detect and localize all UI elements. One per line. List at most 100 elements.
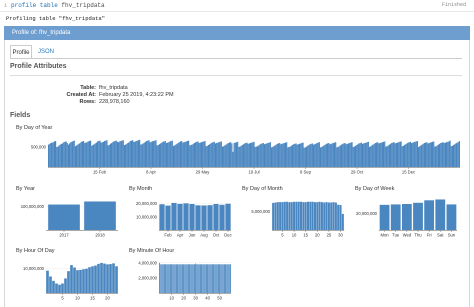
chart-bar[interactable] [454, 144, 456, 167]
chart-bar[interactable] [310, 143, 312, 167]
chart-bar[interactable] [48, 144, 50, 167]
chart-bar[interactable] [212, 142, 214, 167]
chart-bar[interactable] [159, 204, 165, 230]
chart-bar[interactable] [410, 143, 413, 167]
chart-bar[interactable] [144, 141, 147, 167]
chart-bar[interactable] [420, 145, 422, 167]
chart-bar[interactable] [210, 143, 212, 167]
chart-bar[interactable] [165, 264, 167, 293]
chart-bar[interactable] [350, 142, 352, 167]
chart-bar[interactable] [189, 203, 195, 230]
chart-bar[interactable] [203, 264, 205, 293]
chart-bar[interactable] [195, 205, 201, 230]
chart-bar[interactable] [406, 143, 408, 167]
chart-bar[interactable] [321, 147, 323, 167]
chart-bar[interactable] [449, 140, 451, 167]
chart-bar[interactable] [398, 142, 400, 167]
chart-bar[interactable] [195, 263, 197, 293]
chart-bar[interactable] [81, 141, 84, 167]
chart-bar[interactable] [175, 144, 177, 167]
chart-bar[interactable] [372, 144, 374, 167]
chart-bar[interactable] [305, 146, 308, 167]
chart-bar[interactable] [48, 204, 80, 230]
chart-bar[interactable] [253, 141, 255, 167]
chart-bar[interactable] [261, 143, 263, 167]
chart-bar[interactable] [435, 146, 437, 167]
chart-bar[interactable] [331, 143, 333, 167]
chart-bar[interactable] [349, 143, 351, 167]
chart-bar[interactable] [66, 143, 68, 167]
chart-bar[interactable] [168, 264, 170, 293]
chart-bar[interactable] [297, 201, 300, 230]
chart-bar[interactable] [190, 264, 192, 293]
chart-bar[interactable] [181, 141, 183, 167]
chart-bar[interactable] [359, 143, 361, 167]
chart-bar[interactable] [202, 264, 204, 293]
chart-bar[interactable] [401, 204, 412, 230]
chart-bar[interactable] [393, 142, 395, 167]
chart-bar[interactable] [141, 144, 143, 167]
chart-bar[interactable] [419, 146, 421, 167]
chart-bar[interactable] [71, 141, 73, 167]
chart-bar[interactable] [276, 202, 279, 230]
chart-bar[interactable] [153, 141, 155, 167]
chart-bar[interactable] [344, 143, 346, 167]
chart-bar[interactable] [137, 140, 140, 167]
chart-bar[interactable] [219, 141, 221, 167]
chart-bar[interactable] [403, 145, 406, 167]
chart-bar[interactable] [442, 142, 444, 167]
chart-bar[interactable] [169, 264, 171, 293]
chart-bar[interactable] [92, 145, 94, 167]
chart-bar[interactable] [437, 144, 439, 167]
chart-bar[interactable] [174, 145, 176, 167]
chart-bar[interactable] [139, 139, 141, 167]
chart-bar[interactable] [183, 203, 189, 230]
chart-bar[interactable] [108, 145, 110, 167]
chart-bar[interactable] [457, 142, 459, 167]
chart-bar[interactable] [69, 143, 71, 167]
chart-bar[interactable] [290, 145, 292, 167]
chart-bar[interactable] [78, 143, 80, 167]
chart-bar[interactable] [347, 143, 350, 167]
chart-bar[interactable] [447, 141, 449, 167]
chart-bar[interactable] [186, 141, 189, 167]
chart-bar[interactable] [444, 142, 446, 167]
chart-bar[interactable] [134, 141, 136, 167]
chart-bar[interactable] [58, 145, 60, 167]
chart-bar[interactable] [294, 143, 296, 167]
chart-bar[interactable] [53, 141, 56, 167]
chart-bar[interactable] [219, 204, 225, 230]
chart-bar[interactable] [95, 142, 98, 167]
chart-bar[interactable] [160, 264, 162, 293]
chart-bar[interactable] [311, 143, 313, 167]
chart-bar[interactable] [77, 144, 79, 167]
chart-bar[interactable] [140, 144, 142, 167]
chart-bar[interactable] [314, 144, 316, 167]
chart-bar[interactable] [182, 142, 184, 167]
chart-bar[interactable] [49, 143, 51, 167]
chart-bar[interactable] [415, 141, 417, 167]
chart-bar[interactable] [426, 142, 428, 167]
chart-bar[interactable] [225, 264, 227, 293]
chart-bar[interactable] [295, 201, 298, 230]
chart-bar[interactable] [316, 143, 318, 167]
chart-bar[interactable] [172, 264, 174, 293]
chart-bar[interactable] [293, 201, 296, 230]
chart-bar[interactable] [62, 143, 64, 167]
chart-bar[interactable] [309, 144, 311, 167]
chart-bar[interactable] [121, 140, 123, 167]
chart-bar[interactable] [304, 202, 307, 230]
chart-bar[interactable] [379, 204, 390, 230]
chart-bar[interactable] [52, 280, 55, 293]
chart-bar[interactable] [373, 143, 375, 167]
chart-bar[interactable] [80, 141, 82, 167]
chart-bar[interactable] [225, 203, 231, 230]
chart-bar[interactable] [84, 143, 86, 167]
chart-bar[interactable] [232, 151, 234, 167]
chart-bar[interactable] [320, 202, 323, 230]
chart-bar[interactable] [244, 143, 246, 167]
chart-bar[interactable] [216, 143, 218, 167]
chart-bar[interactable] [378, 143, 380, 167]
chart-bar[interactable] [207, 264, 209, 293]
chart-bar[interactable] [422, 143, 424, 167]
